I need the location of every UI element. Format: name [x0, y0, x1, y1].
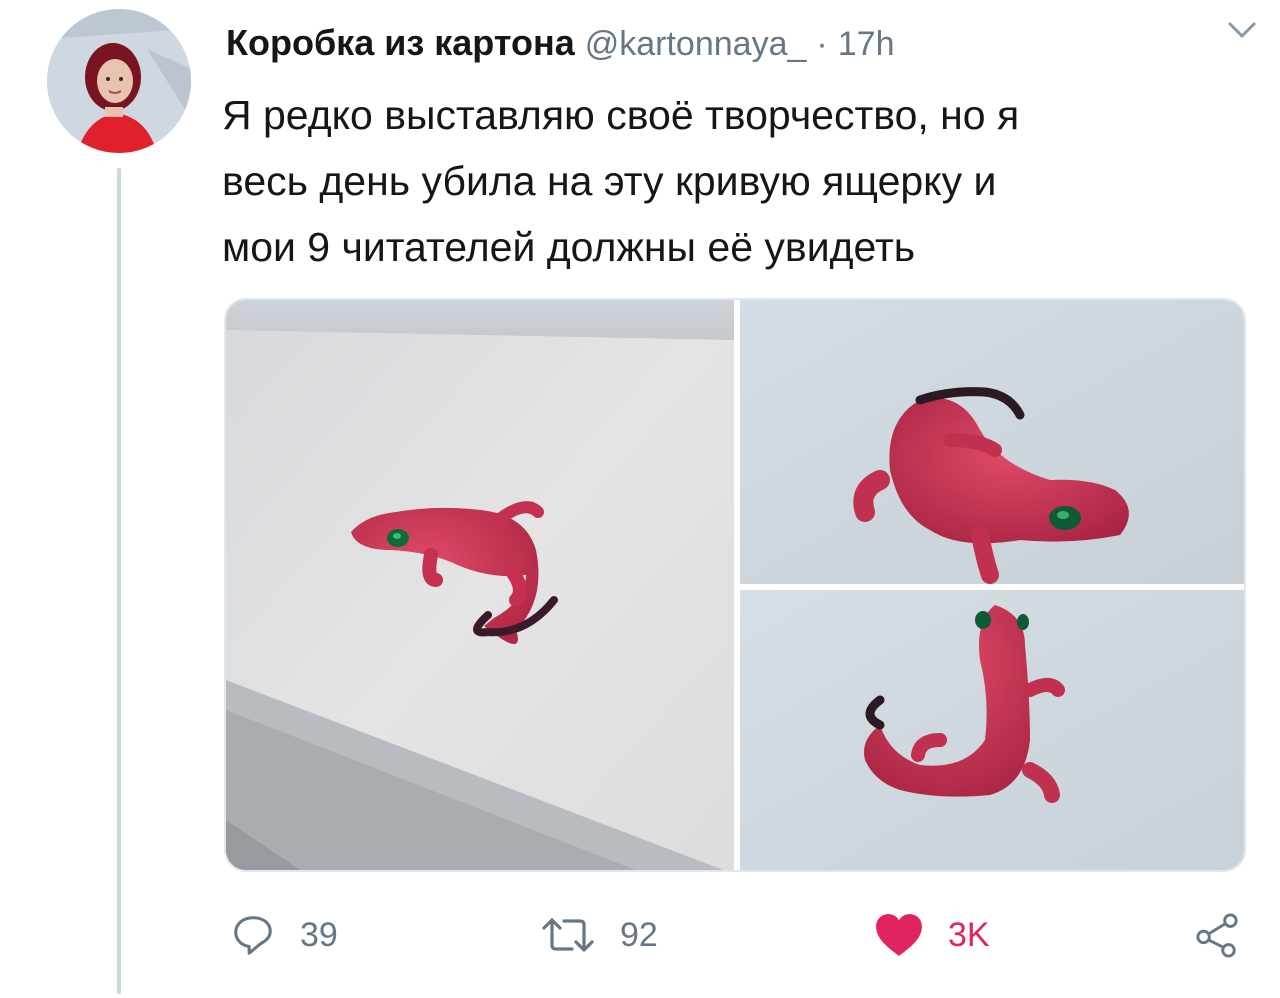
lizard-photo-icon: [226, 300, 734, 870]
share-button[interactable]: [1194, 900, 1240, 970]
like-button[interactable]: 3K: [874, 900, 990, 970]
media-photo-1[interactable]: [226, 300, 734, 870]
separator: ·: [816, 25, 828, 63]
retweet-icon: [540, 915, 596, 955]
timestamp[interactable]: 17h: [838, 25, 895, 63]
display-name[interactable]: Коробка из картона: [226, 22, 575, 63]
like-count: 3K: [948, 915, 990, 954]
media-grid: [224, 298, 1246, 872]
lizard-photo-icon: [740, 590, 1244, 870]
tweet-actions: 39 92 3K: [224, 900, 1254, 970]
reply-icon: [230, 912, 276, 958]
reply-count: 39: [300, 915, 338, 954]
lizard-photo-icon: [740, 300, 1244, 584]
avatar-image: [47, 9, 191, 153]
reply-button[interactable]: 39: [230, 900, 338, 970]
retweet-count: 92: [620, 915, 658, 954]
thread-line: [117, 168, 121, 994]
share-icon: [1194, 912, 1240, 958]
tweet-text-line: весь день убила на эту кривую ящерку и: [222, 158, 997, 204]
tweet-text-line: мои 9 читателей должны её увидеть: [222, 224, 916, 270]
media-photo-3[interactable]: [740, 590, 1244, 870]
heart-icon: [874, 912, 924, 958]
tweet-header: Коробка из картона @kartonnaya_ · 17h: [226, 14, 1250, 74]
avatar[interactable]: [47, 9, 191, 153]
chevron-down-icon[interactable]: [1224, 16, 1260, 44]
media-photo-2[interactable]: [740, 300, 1244, 584]
tweet-text: Я редко выставляю своё творчество, но я …: [222, 82, 1242, 280]
retweet-button[interactable]: 92: [540, 900, 658, 970]
user-handle[interactable]: @kartonnaya_: [585, 25, 807, 63]
tweet-text-line: Я редко выставляю своё творчество, но я: [222, 92, 1020, 138]
tweet: Коробка из картона @kartonnaya_ · 17h Я …: [0, 0, 1280, 998]
